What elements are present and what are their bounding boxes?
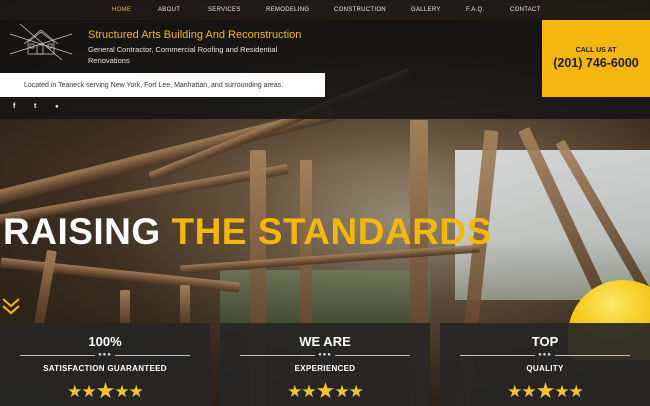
hero-beam: [0, 257, 240, 293]
card-divider: ●●●: [20, 352, 190, 358]
nav-item-faq[interactable]: F.A.Q.: [466, 7, 484, 13]
feature-card-experienced: WE ARE ●●● EXPERIENCED ★★★★★: [220, 323, 430, 406]
location-bar: Located in Teaneck serving New York, For…: [0, 73, 325, 97]
facebook-icon[interactable]: f: [13, 103, 15, 110]
social-bar: f t ●: [0, 97, 650, 119]
card-subtitle: SATISFACTION GUARANTEED: [43, 364, 167, 373]
card-title: 100%: [88, 334, 122, 349]
nav-item-home[interactable]: HOME: [112, 7, 131, 13]
nav-item-gallery[interactable]: GALLERY: [411, 7, 441, 13]
nav-item-about[interactable]: ABOUT: [158, 7, 180, 13]
card-subtitle: EXPERIENCED: [294, 364, 356, 373]
card-title: TOP: [531, 334, 559, 349]
hero-headline: RAISING THE STANDARDS: [3, 211, 492, 253]
card-divider: ●●●: [460, 352, 630, 358]
nav-item-services[interactable]: SERVICES: [208, 7, 241, 13]
star-rating-icon: ★★★★★: [507, 379, 584, 404]
map-pin-icon[interactable]: ●: [55, 104, 59, 110]
card-divider: ●●●: [240, 352, 410, 358]
twitter-icon[interactable]: t: [34, 103, 36, 110]
top-nav: HOME ABOUT SERVICES REMODELING CONSTRUCT…: [0, 0, 650, 20]
brand-title[interactable]: Structured Arts Building And Reconstruct…: [88, 29, 301, 41]
star-rating-icon: ★★★★★: [287, 379, 364, 404]
call-label: CALL US AT: [575, 47, 617, 54]
brand-subtitle: General Contractor, Commercial Roofing a…: [88, 45, 278, 65]
scroll-down-icon[interactable]: [1, 296, 21, 316]
headline-raising: RAISING: [3, 211, 161, 252]
star-rating-icon: ★★★★★: [67, 379, 144, 404]
nav-item-contact[interactable]: CONTACT: [510, 7, 541, 13]
company-logo[interactable]: [10, 24, 72, 60]
card-title: WE ARE: [299, 334, 351, 349]
call-us-box[interactable]: CALL US AT (201) 746-6000: [542, 20, 650, 97]
nav-item-construction[interactable]: CONSTRUCTION: [334, 7, 386, 13]
card-subtitle: QUALITY: [526, 364, 564, 373]
location-text: Located in Teaneck serving New York, For…: [24, 81, 284, 89]
phone-number[interactable]: (201) 746-6000: [542, 56, 650, 70]
headline-standards: THE STANDARDS: [171, 211, 492, 252]
feature-card-quality: TOP ●●● QUALITY ★★★★★: [440, 323, 650, 406]
nav-item-remodeling[interactable]: REMODELING: [266, 7, 309, 13]
feature-card-satisfaction: 100% ●●● SATISFACTION GUARANTEED ★★★★★: [0, 323, 210, 406]
